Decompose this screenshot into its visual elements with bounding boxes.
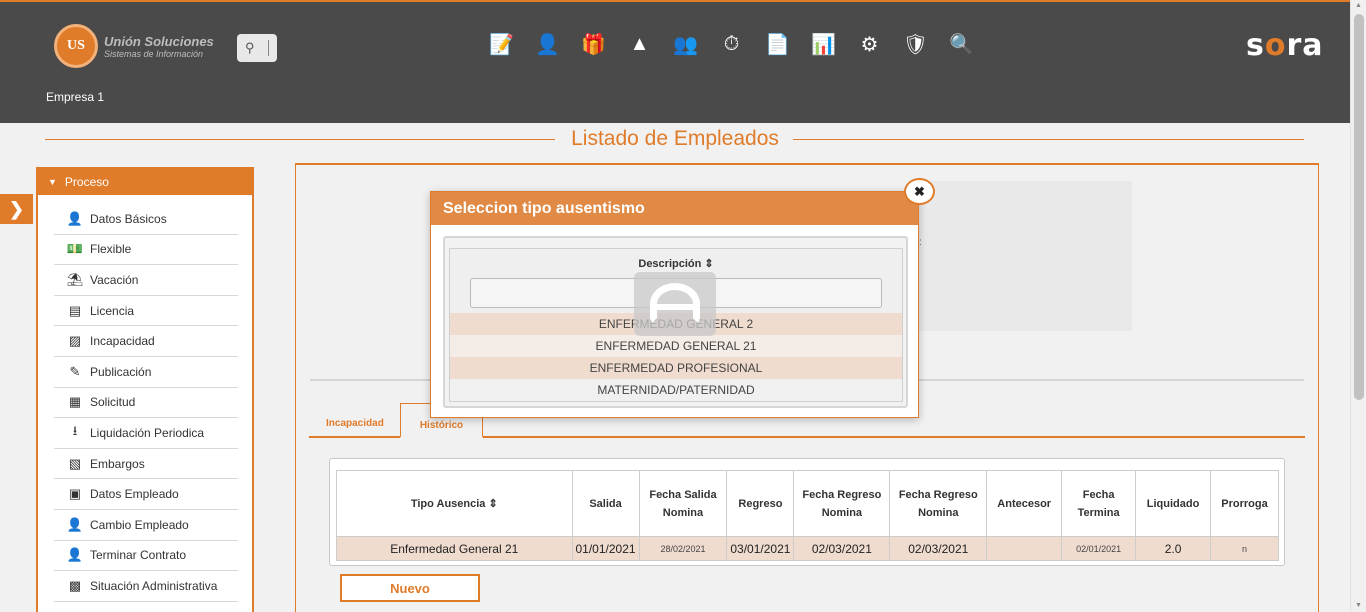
- search-button[interactable]: ⚲: [237, 34, 277, 62]
- sort-icon: ⇕: [704, 258, 714, 270]
- logo-line1: Unión Soluciones: [104, 33, 214, 49]
- sidebar-item-vacacion[interactable]: ⛱ Vacación: [54, 265, 238, 296]
- employee-card: :: [919, 181, 1132, 331]
- file-user-icon: ▩: [68, 577, 82, 593]
- cell-regreso: 03/01/2021: [726, 536, 795, 561]
- sidebar: ▼ Proceso 👤 Datos Básicos 💵 Flexible ⛱ Vaca…: [36, 167, 254, 612]
- page-title: Listado de Empleados: [561, 127, 789, 150]
- sidebar-item-datos-empleado[interactable]: ▣ Datos Empleado: [54, 479, 238, 510]
- column-header-descripcion[interactable]: Descripción ⇕: [450, 257, 902, 270]
- sidebar-item-terminar-contrato[interactable]: 👤 Terminar Contrato: [54, 541, 238, 572]
- list-item[interactable]: MATERNIDAD/PATERNIDAD: [450, 379, 902, 401]
- cell-fecha-regreso-nomina-2: 02/03/2021: [889, 536, 988, 561]
- page-scrollbar[interactable]: ▲ ▼: [1350, 0, 1366, 612]
- cell-fecha-termina: 02/01/2021: [1061, 536, 1137, 561]
- history-table: Tipo Ausencia ⇕ Salida Fecha Salida Nomi…: [336, 470, 1279, 561]
- list-item[interactable]: ENFERMEDAD PROFESIONAL: [450, 357, 902, 379]
- list-item[interactable]: ENFERMEDAD GENERAL 21: [450, 335, 902, 357]
- sidebar-item-liquidacion-periodica[interactable]: ⭳ Liquidación Periodica: [54, 418, 238, 449]
- sidebar-item-publicacion[interactable]: ✎ Publicación: [54, 357, 238, 388]
- column-header-prorroga[interactable]: Prorroga: [1210, 470, 1279, 537]
- medkit-shield-icon[interactable]: 🛡: [902, 30, 929, 58]
- person-remove-icon: 👤: [66, 547, 84, 563]
- form-edit-icon[interactable]: 📝: [488, 30, 515, 58]
- column-header-fecha-termina[interactable]: Fecha Termina: [1061, 470, 1137, 537]
- document-list-icon[interactable]: 📄: [764, 30, 791, 58]
- sidebar-toggle-button[interactable]: ❯: [0, 194, 33, 224]
- beach-chair-icon: ⛱: [66, 271, 84, 287]
- column-header-liquidado[interactable]: Liquidado: [1135, 470, 1212, 537]
- id-card-icon: ▣: [68, 486, 82, 502]
- presentation-icon[interactable]: 📊: [810, 30, 837, 58]
- logo-line2: Sistemas de Información: [104, 48, 204, 59]
- cell-prorroga: n: [1210, 536, 1279, 561]
- sidebar-item-solicitud[interactable]: ▦ Solicitud: [54, 388, 238, 419]
- column-header-fecha-salida-nomina[interactable]: Fecha Salida Nomina: [638, 470, 728, 537]
- table-row[interactable]: Enfermedad General 21 01/01/2021 28/02/2…: [336, 536, 1279, 561]
- loading-spinner-icon: [634, 272, 716, 336]
- scroll-down-icon[interactable]: ▼: [1355, 602, 1362, 609]
- cell-fecha-salida-nomina: 28/02/2021: [638, 536, 728, 561]
- person-board-icon[interactable]: 👥: [672, 30, 699, 58]
- company-name: Empresa 1: [46, 90, 105, 104]
- top-header: US Unión Soluciones Sistemas de Informac…: [0, 0, 1350, 123]
- sidebar-item-situacion-administrativa[interactable]: ▩ Situación Administrativa: [54, 571, 238, 602]
- module-toolbar: 📝 👤 🎁 ▲ 👥 ⏱ 📄 📊 ⚙ 🛡 🔍: [488, 30, 975, 58]
- cell-liquidado: 2.0: [1135, 536, 1212, 561]
- sidebar-item-datos-basicos[interactable]: 👤 Datos Básicos: [54, 204, 238, 235]
- history-table-container: Tipo Ausencia ⇕ Salida Fecha Salida Nomi…: [329, 458, 1285, 566]
- sidebar-item-incapacidad[interactable]: ▨ Incapacidad: [54, 326, 238, 357]
- sort-icon: ⇕: [488, 497, 498, 510]
- column-header-fecha-regreso-nomina[interactable]: Fecha Regreso Nomina: [793, 470, 891, 537]
- person-plus-icon: 👤: [66, 516, 84, 532]
- nuevo-button[interactable]: Nuevo: [340, 574, 480, 602]
- column-header-regreso[interactable]: Regreso: [726, 470, 795, 537]
- column-header-salida[interactable]: Salida: [571, 470, 640, 537]
- person-search-icon[interactable]: 🔍: [948, 30, 975, 58]
- form-icon: ▦: [68, 394, 82, 410]
- cell-fecha-regreso-nomina: 02/03/2021: [793, 536, 891, 561]
- close-icon: ✖: [914, 183, 925, 199]
- company-logo[interactable]: US Unión Soluciones Sistemas de Informac…: [54, 24, 214, 68]
- download-icon: ⭳: [72, 422, 78, 438]
- sidebar-item-flexible[interactable]: 💵 Flexible: [54, 235, 238, 266]
- medical-file-icon: ▨: [68, 333, 82, 349]
- sidebar-section-proceso[interactable]: ▼ Proceso: [38, 169, 252, 195]
- gift-icon[interactable]: 🎁: [580, 30, 607, 58]
- scroll-thumb[interactable]: [1354, 14, 1364, 400]
- cell-tipo-ausencia: Enfermedad General 21: [336, 536, 573, 561]
- brand-logo: sora: [1246, 28, 1324, 63]
- money-icon: 💵: [66, 241, 84, 257]
- logo-mark: US: [54, 24, 98, 68]
- sidebar-section-label: Proceso: [64, 175, 109, 189]
- cell-antecesor: [986, 536, 1063, 561]
- column-header-tipo-ausencia[interactable]: Tipo Ausencia ⇕: [336, 470, 573, 537]
- caret-down-icon: ▼: [48, 177, 57, 187]
- tab-incapacidad[interactable]: Incapacidad: [326, 418, 384, 429]
- chevron-right-icon: ❯: [8, 198, 25, 219]
- sidebar-item-embargos[interactable]: ▧ Embargos: [54, 449, 238, 480]
- stopwatch-icon[interactable]: ⏱: [718, 30, 745, 58]
- sidebar-item-licencia[interactable]: ▤ Licencia: [54, 296, 238, 327]
- search-icon: ⚲: [245, 40, 255, 55]
- pencil-icon: ✎: [69, 363, 81, 379]
- gears-icon[interactable]: ⚙: [856, 30, 883, 58]
- close-modal-button[interactable]: ✖: [904, 178, 935, 205]
- column-header-antecesor[interactable]: Antecesor: [986, 470, 1063, 537]
- person-icon: 👤: [66, 210, 84, 226]
- cell-salida: 01/01/2021: [571, 536, 640, 561]
- modal-title: Seleccion tipo ausentismo: [431, 192, 918, 225]
- list-document-icon: ▤: [68, 302, 82, 318]
- sidebar-item-cambio-empleado[interactable]: 👤 Cambio Empleado: [54, 510, 238, 541]
- person-medical-icon[interactable]: 👤: [534, 30, 561, 58]
- org-chart-icon[interactable]: ▲: [626, 30, 653, 58]
- calculator-icon: ▧: [68, 455, 82, 471]
- scroll-up-icon[interactable]: ▲: [1355, 2, 1362, 9]
- column-header-fecha-regreso-nomina-2[interactable]: Fecha Regreso Nomina: [889, 470, 988, 537]
